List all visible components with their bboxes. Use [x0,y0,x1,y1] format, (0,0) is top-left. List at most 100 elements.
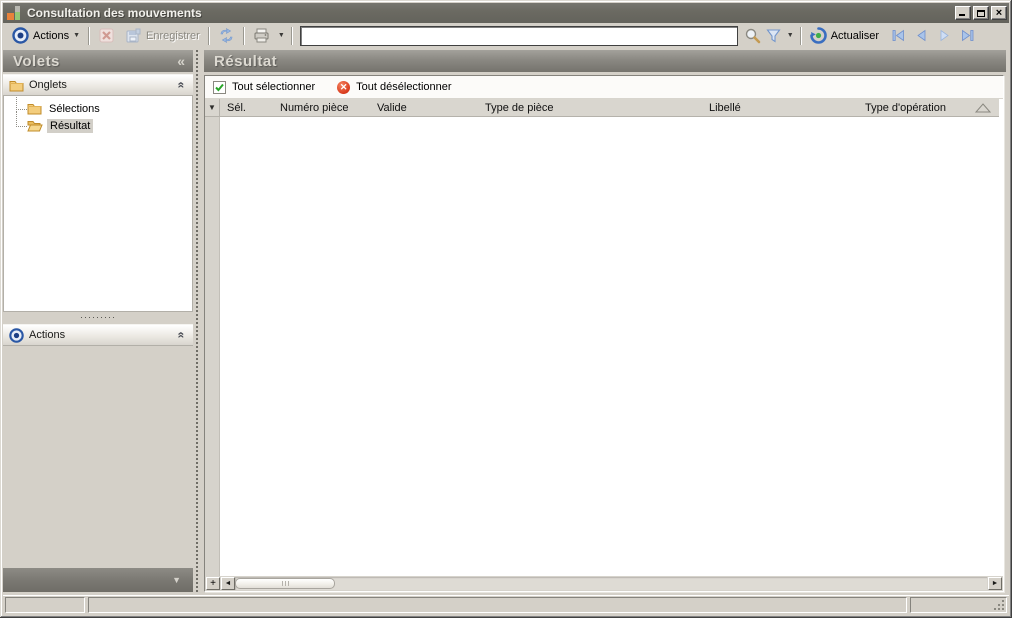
nav-previous-icon[interactable] [913,27,930,44]
thumb-grip [284,581,286,586]
column-header-sel[interactable]: Sél. [220,99,273,116]
toolbar-separator [290,26,293,45]
tree-item-selections[interactable]: Sélections [4,96,192,117]
row-gutter-column [205,117,220,576]
column-header-label: Type d'opération [865,101,946,114]
result-content: Tout sélectionner ✕ Tout désélectionner … [204,75,1004,592]
column-header-valide[interactable]: Valide [370,99,478,116]
scroll-right-button[interactable]: ► [988,577,1002,590]
titlebar[interactable]: Consultation des mouvements × [3,3,1009,23]
app-icon [7,6,22,20]
bullseye-icon [12,27,29,44]
filter-icon [766,29,781,43]
collapse-section-icon[interactable]: « [175,82,189,89]
column-header-type-de-piece[interactable]: Type de pièce [478,99,702,116]
save-button-disabled[interactable]: Enregistrer [120,25,205,47]
column-header-numero-piece[interactable]: Numéro pièce [273,99,370,116]
onglets-tree: Sélections Résultat [3,96,193,312]
close-button[interactable]: × [991,6,1007,20]
delete-icon [99,28,114,43]
section-actions-header[interactable]: Actions « [3,324,193,346]
main-toolbar: Actions ▼ Enregistrer ▼ ▼ Actualiser [3,23,1009,48]
x-icon: ✕ [339,81,348,92]
splitter-dots-icon: ········· [80,312,116,322]
tree-connector [16,96,27,110]
row-selector-header[interactable]: ▼ [205,99,220,116]
row-selector-icon: ▼ [208,103,216,112]
add-row-button[interactable]: + [206,577,220,590]
filter-options-button[interactable]: ▼ [784,25,797,47]
nav-next-icon[interactable] [936,27,953,44]
thumb-grip [287,581,289,586]
sidebar-main-splitter[interactable] [193,50,200,592]
folder-icon [9,80,24,91]
actions-menu-label: Actions [33,29,70,42]
refresh-icon [809,27,827,44]
table-body-empty [205,117,1003,576]
toolbar-separator [207,26,210,45]
sidebar-overflow-bar[interactable]: ▼ [3,568,193,592]
sort-ascending-icon [975,102,991,112]
toolbar-separator [799,26,802,45]
sidebar-title: Volets [13,52,60,70]
column-header-type-operation[interactable]: Type d'opération [858,99,999,116]
statusbar [3,595,1009,614]
folder-closed-icon [27,104,42,115]
section-onglets-header[interactable]: Onglets « [3,74,193,96]
collapse-section-icon[interactable]: « [175,332,189,339]
arrow-right-icon: ► [991,579,999,587]
save-icon [126,28,141,43]
scroll-left-button[interactable]: ◄ [221,577,235,590]
collapse-panel-icon[interactable]: « [177,53,185,69]
checkmark-icon [215,83,224,91]
overflow-down-icon: ▼ [172,575,181,585]
column-header-libelle[interactable]: Libellé [702,99,858,116]
select-all-label[interactable]: Tout sélectionner [232,81,315,93]
section-actions-label: Actions [29,329,66,341]
print-button[interactable] [248,25,275,47]
deselect-all-label[interactable]: Tout désélectionner [356,81,451,93]
refresh-label: Actualiser [830,29,879,42]
grid-bottom-bar: + ◄ ► [205,576,1003,591]
maximize-button[interactable] [973,6,989,20]
save-label: Enregistrer [146,29,200,42]
sidebar-empty-area [3,346,193,568]
status-panel-right [910,597,1007,613]
search-input[interactable] [299,25,738,46]
search-button[interactable] [742,25,763,47]
horizontal-scrollbar-thumb[interactable] [235,578,335,589]
delete-button-disabled[interactable] [93,25,120,47]
main-header: Résultat [204,50,1006,72]
nav-first-icon[interactable] [890,27,907,44]
nav-last-icon[interactable] [959,27,976,44]
arrow-left-icon: ◄ [224,579,232,587]
sidebar-volets: Volets « Onglets « Sélections Résultat ·… [3,50,193,592]
application-window: { "window": { "title": "Consultation des… [0,0,1012,618]
sidebar-header: Volets « [3,50,193,72]
deselect-all-button[interactable]: ✕ [337,80,351,94]
tree-connector [16,110,27,127]
main-panel: Résultat Tout sélectionner ✕ Tout déséle… [200,50,1006,592]
minimize-button[interactable] [955,6,971,20]
select-all-button[interactable] [213,80,226,94]
selection-toolbar: Tout sélectionner ✕ Tout désélectionner [205,76,1003,99]
actions-menu-button[interactable]: Actions ▼ [7,25,85,47]
print-options-button[interactable]: ▼ [275,25,288,47]
chevron-down-icon: ▼ [786,31,794,39]
horizontal-scrollbar-track[interactable] [235,577,987,590]
window-title: Consultation des mouvements [27,6,202,20]
main-title: Résultat [214,52,278,70]
resize-grip-icon[interactable] [1002,608,1004,610]
refresh-button[interactable]: Actualiser [805,25,884,47]
table-rows-area[interactable] [220,117,1003,576]
folder-open-icon [27,121,43,132]
filter-button[interactable] [763,25,784,47]
tree-item-resultat[interactable]: Résultat [4,110,192,134]
table-header-row: ▼ Sél. Numéro pièce Valide Type de pièce… [205,99,999,117]
sidebar-section-splitter[interactable]: ········· [3,312,193,322]
toolbar-separator [88,26,91,45]
toolbar-separator [242,26,245,45]
sync-button[interactable] [213,25,240,47]
maximize-icon [977,9,985,17]
tree-item-label: Résultat [47,118,94,133]
